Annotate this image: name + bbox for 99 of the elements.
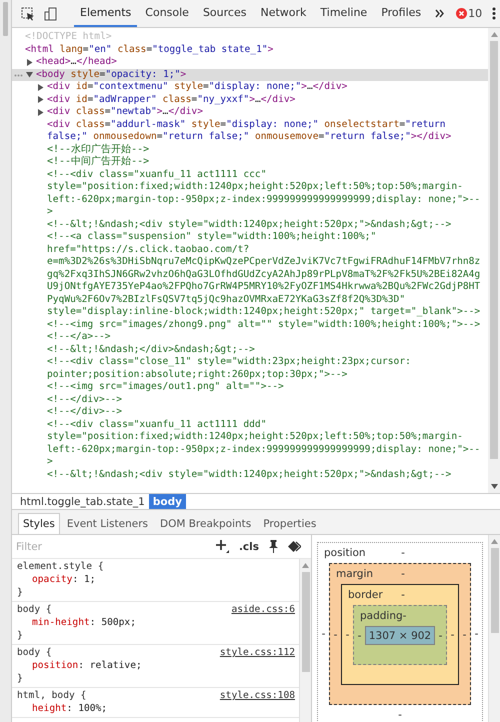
comment-text[interactable]: <!--&lt;!&ndash;<div style="width:1240px;height:520px;">&ndash;&gt;-->: [47, 468, 452, 481]
comment-text[interactable]: <!--水印广告开始-->: [47, 144, 150, 156]
comment-text[interactable]: <!--<img src="images/zhong9.png" alt="" style="width:100%;height:100%;">-->: [47, 318, 480, 331]
scrollbar[interactable]: [488, 535, 500, 722]
error-count-button[interactable]: 10: [456, 7, 482, 20]
css-declaration[interactable]: height: 100%;: [17, 702, 295, 715]
panel-tab[interactable]: Timeline: [314, 0, 374, 27]
element-markup[interactable]: <div id="contextmenu" style="display: none;">…</div>: [47, 81, 348, 94]
more-options-icon[interactable]: [492, 7, 496, 20]
class-toggle-button[interactable]: .cls: [238, 540, 259, 552]
breadcrumb[interactable]: body: [148, 494, 186, 509]
expand-arrow-icon[interactable]: [37, 96, 44, 104]
comment-text[interactable]: style="position:fixed;width:1240px;height:520px;left:50%;top:50%;margin-: [47, 431, 463, 444]
box-value: -: [450, 629, 456, 641]
element-markup[interactable]: <body style="opacity: 1;">: [36, 68, 186, 81]
css-selector: body {: [17, 603, 52, 616]
comment-text[interactable]: <!--</div>-->: [47, 394, 122, 406]
comment-text[interactable]: <!--</div>-->: [47, 406, 122, 418]
box-value: -: [344, 629, 350, 641]
sidebar-tab[interactable]: Event Listeners: [62, 513, 153, 534]
element-markup[interactable]: <html lang="en" class="toggle_tab state_1">: [25, 44, 274, 56]
box-value: -: [401, 589, 405, 601]
expand-arrow-icon[interactable]: [26, 58, 33, 66]
chevron-icon[interactable]: [435, 9, 444, 18]
comment-text[interactable]: PyqWu%2F6Ov7%2BIzlFsQSV7tq5jQc9hazOVMRxaE72YKaG3sZf8f2Q%3D%3D": [47, 294, 406, 306]
box-value: -: [402, 610, 406, 622]
comment-text[interactable]: <!--中间广告开始-->: [47, 156, 150, 168]
comment-text[interactable]: left:-620px;margin-top:-950px;z-index:999999999999999999;display: none;">--: [47, 194, 480, 206]
comment-text[interactable]: <!--<div class="xuanfu_11 act1111 ddd": [47, 418, 266, 431]
box-value: -: [398, 708, 402, 720]
comment-text[interactable]: left:-620px;margin-top:-950px;z-index:999999999999999999;display: none;">--: [47, 444, 480, 456]
comment-text[interactable]: <!--<img src="images/out1.png" alt="">-->: [47, 381, 284, 394]
sidebar-tab[interactable]: Properties: [258, 513, 322, 534]
comment-text[interactable]: <!--<a class="suspension" style="width:100%;height:100%;": [47, 231, 376, 244]
scrollbar[interactable]: [488, 28, 500, 493]
element-markup[interactable]: <div id="adWrapper" class="ny_yxxf">…</div>: [47, 94, 296, 106]
comment-text[interactable]: U9jONtfgAYE735YeP4ao%2FPQho7GrRW4P5MRY10%2FyOZF1MS4Hkrwwa%2BQu%2FWc2GdjP8HT: [47, 281, 480, 294]
closing-brace: }: [17, 672, 24, 685]
box-value: -: [438, 630, 444, 642]
element-markup[interactable]: <div class="addurl-mask" style="display: none;" onselectstart="return: [47, 118, 446, 131]
comment-text[interactable]: gq%2Fxq3IhSJN6GRw2vhzO6hQaG3LOfhdGUdZcyA2AhJp89rPLpV8maT%2F%2Fk5U%2BEi82A4g: [47, 268, 480, 281]
comment-text[interactable]: >: [47, 456, 53, 468]
diamond-icon[interactable]: [288, 541, 301, 552]
source-link[interactable]: style.css:108: [220, 689, 295, 702]
scroll-down-icon[interactable]: [490, 484, 498, 489]
css-declaration[interactable]: opacity: 1;: [17, 573, 295, 586]
comment-text[interactable]: <!--<div class="close_11" style="width:23px;height:23px;cursor:: [47, 356, 411, 368]
box-label: padding: [360, 610, 403, 622]
closing-brace: }: [17, 586, 24, 599]
breadcrumb[interactable]: html.toggle_tab.state_1: [16, 494, 149, 509]
comment-text[interactable]: <!--</a>-->: [47, 331, 111, 344]
more-dots-icon[interactable]: [14, 74, 23, 76]
element-markup[interactable]: <head>…</head>: [36, 56, 117, 68]
comment-text[interactable]: <!--<div class="xuanfu_11 act1111 ccc": [47, 168, 266, 181]
box-value: -: [332, 628, 338, 640]
element-markup[interactable]: false;" onmousedown="return false;" onmousemove="return false;"></div>: [47, 131, 452, 144]
comment-text[interactable]: style="position:fixed;width:1240px;height:520px;left:50%;top:50%;margin-: [47, 181, 463, 194]
source-link[interactable]: style.css:112: [220, 646, 295, 659]
device-icon[interactable]: [44, 6, 58, 20]
box-value: -: [474, 628, 480, 640]
scrollbar[interactable]: [299, 559, 311, 722]
box-value: -: [462, 628, 468, 640]
box-value: -: [356, 630, 362, 642]
css-declaration[interactable]: min-height: 500px;: [17, 616, 295, 629]
css-selector: html, body {: [17, 689, 86, 702]
pin-icon[interactable]: [269, 540, 278, 553]
css-selector: element.style {: [17, 560, 104, 573]
closing-brace: }: [17, 629, 24, 642]
box-value: -: [320, 628, 326, 640]
comment-text[interactable]: href="https://s.click.taobao.com/t?: [47, 244, 250, 256]
content-size: 1307 × 902: [365, 626, 435, 645]
source-link[interactable]: aside.css:6: [231, 603, 295, 616]
sidebar-tab[interactable]: DOM Breakpoints: [154, 513, 256, 534]
box-value: -: [401, 547, 405, 559]
panel-tab[interactable]: Network: [254, 0, 312, 27]
plus-icon[interactable]: [216, 540, 229, 553]
comment-text[interactable]: pointer;position:absolute;right:260px;top:30px;">-->: [47, 368, 348, 381]
inspect-icon[interactable]: [21, 6, 35, 20]
comment-text[interactable]: <!--&lt;!&ndash;</div>&ndash;&gt;-->: [47, 344, 255, 356]
expand-arrow-icon[interactable]: [26, 71, 33, 78]
element-markup[interactable]: <div class="newtab">…</div>: [47, 106, 203, 118]
comment-text[interactable]: e=m%3D2%26s%3DHiSbNqru7eMcQipKwQzePCperVdZeJviK7Vc7tFgwiFRAdhuF14FMbV7rhn8z: [47, 256, 480, 268]
filter-field[interactable]: Filter: [16, 540, 206, 552]
box-label: margin: [336, 568, 374, 580]
box-label: position: [324, 547, 367, 559]
box-value: -: [401, 568, 405, 580]
comment-text[interactable]: style="display:inline-block;width:1240px;height:520px;" target="_blank">-->: [47, 306, 480, 318]
expand-arrow-icon[interactable]: [37, 84, 44, 91]
css-selector: body {: [17, 646, 52, 659]
panel-tab[interactable]: Profiles: [375, 0, 428, 27]
sidebar-tab[interactable]: Styles: [18, 513, 60, 534]
comment-text[interactable]: >: [47, 206, 53, 218]
expand-arrow-icon[interactable]: [37, 108, 44, 116]
panel-tab[interactable]: Sources: [196, 0, 252, 27]
panel-tab[interactable]: Console: [139, 0, 195, 27]
error-icon: [456, 8, 468, 19]
comment-text[interactable]: <!--&lt;!&ndash;<div style="width:1240px;height:520px;">&ndash;&gt;-->: [47, 218, 452, 231]
css-declaration[interactable]: position: relative;: [17, 659, 295, 672]
box-label: border: [348, 589, 384, 601]
